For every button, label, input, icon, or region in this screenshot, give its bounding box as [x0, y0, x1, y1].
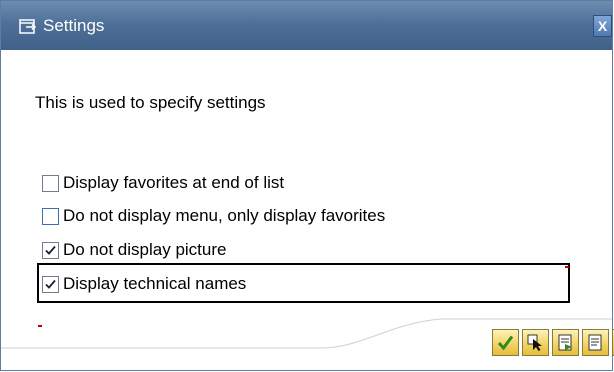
description-text: This is used to specify settings: [35, 93, 266, 112]
settings-window-icon: [19, 18, 38, 35]
dialog-toolbar: [492, 329, 614, 357]
settings-dialog: Settings X This is used to specify setti…: [0, 0, 614, 371]
continue-check-icon: [497, 335, 514, 351]
checkmark-icon: [45, 245, 56, 255]
title-bar[interactable]: Settings X: [1, 1, 612, 50]
select-cursor-icon: [527, 334, 542, 351]
select-button[interactable]: [522, 329, 549, 356]
option-label: Display favorites at end of list: [63, 173, 285, 192]
document-button[interactable]: [582, 329, 609, 356]
save-settings-icon: [558, 334, 572, 351]
continue-button[interactable]: [492, 329, 519, 356]
checkbox[interactable]: [42, 207, 59, 225]
document-icon: [588, 334, 602, 351]
option-only-favorites[interactable]: Do not display menu, only display favori…: [42, 204, 385, 228]
option-label: Do not display menu, only display favori…: [63, 206, 386, 225]
option-no-picture[interactable]: Do not display picture: [42, 238, 226, 262]
option-display-favorites-end[interactable]: Display favorites at end of list: [42, 171, 284, 195]
dialog-title: Settings: [43, 16, 105, 35]
close-icon: X: [597, 18, 608, 34]
option-label: Do not display picture: [63, 240, 227, 259]
save-settings-button[interactable]: [552, 329, 579, 356]
checkbox[interactable]: [42, 241, 59, 259]
highlight-box: [37, 263, 570, 303]
close-button[interactable]: X: [593, 15, 612, 37]
checkbox[interactable]: [42, 174, 59, 192]
red-marker: [565, 266, 569, 268]
